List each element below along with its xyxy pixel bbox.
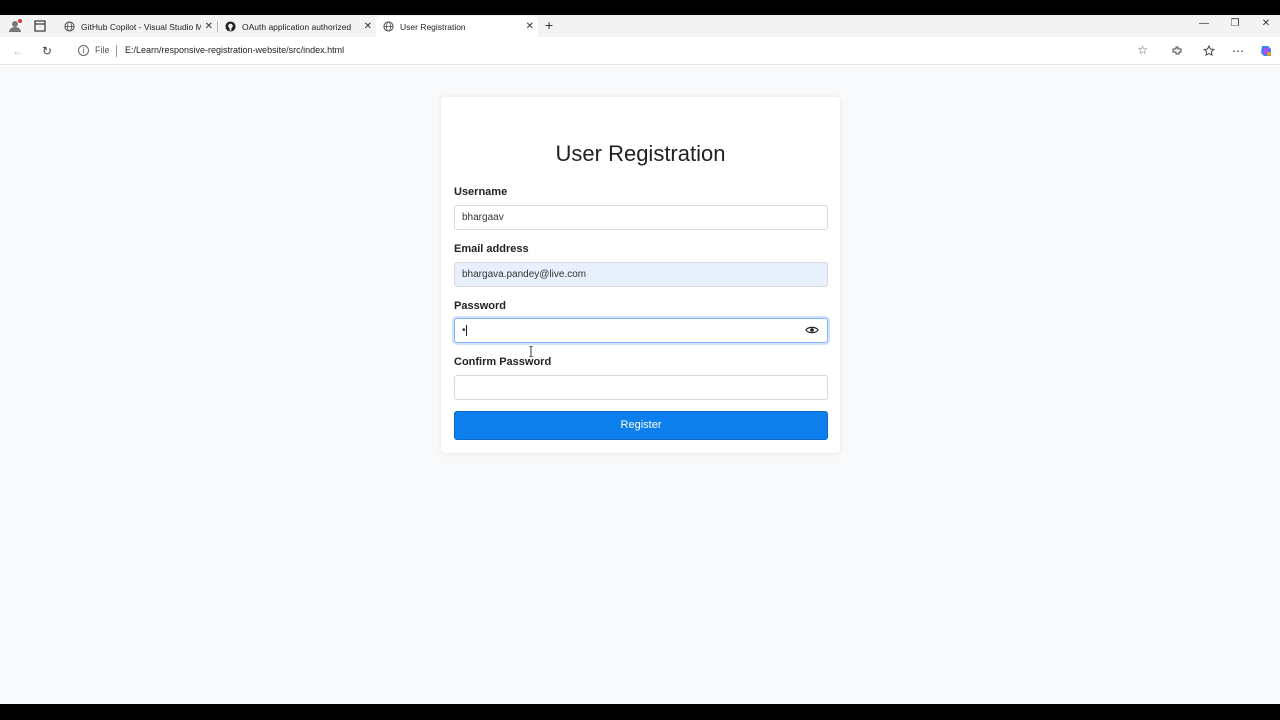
email-input[interactable]: bhargava.pandey@live.com	[454, 262, 828, 287]
close-window-icon[interactable]: ✕	[1259, 18, 1273, 29]
tab-oauth[interactable]: OAuth application authorized ✕	[218, 16, 376, 37]
text-caret	[465, 324, 467, 336]
email-label: Email address	[454, 243, 529, 255]
page-content: User Registration Username bhargaav Emai…	[0, 66, 1280, 704]
minimize-icon[interactable]: —	[1197, 18, 1211, 29]
globe-icon	[63, 21, 75, 33]
profile-icon[interactable]	[7, 18, 23, 34]
back-icon[interactable]: ←	[10, 43, 26, 59]
close-icon[interactable]: ✕	[364, 21, 372, 32]
scheme-label: File	[95, 45, 110, 55]
github-icon	[224, 21, 236, 33]
ibeam-cursor-icon	[529, 346, 533, 357]
tab-title: GitHub Copilot - Visual Studio Mar	[81, 21, 201, 32]
address-toolbar: ← ↻ i File E:/Learn/responsive-registrat…	[0, 37, 1280, 65]
more-options-icon[interactable]: ⋯	[1230, 43, 1246, 59]
close-icon[interactable]: ✕	[205, 21, 213, 32]
restore-icon[interactable]: ❐	[1228, 18, 1242, 29]
page-title: User Registration	[555, 141, 726, 166]
tab-actions-icon[interactable]	[32, 18, 48, 34]
divider	[116, 45, 117, 57]
globe-icon	[382, 21, 394, 33]
tab-strip: GitHub Copilot - Visual Studio Mar ✕ OAu…	[0, 15, 1280, 37]
reload-icon[interactable]: ↻	[39, 43, 55, 59]
register-button[interactable]: Register	[454, 411, 828, 440]
eye-icon[interactable]	[805, 325, 819, 335]
address-bar[interactable]: i File E:/Learn/responsive-registration-…	[70, 40, 1158, 62]
url-text[interactable]: E:/Learn/responsive-registration-website…	[125, 45, 344, 55]
confirm-password-label: Confirm Password	[454, 356, 552, 368]
browser-window: GitHub Copilot - Visual Studio Mar ✕ OAu…	[0, 15, 1280, 704]
favorites-icon[interactable]	[1201, 43, 1217, 59]
password-input[interactable]: •	[454, 318, 828, 343]
close-icon[interactable]: ✕	[526, 21, 534, 32]
tab-user-registration[interactable]: User Registration ✕	[376, 16, 538, 37]
username-label: Username	[454, 186, 508, 198]
favorite-star-icon[interactable]: ☆	[1137, 43, 1148, 57]
info-icon[interactable]: i	[78, 45, 89, 56]
extensions-icon[interactable]	[1169, 43, 1185, 59]
copilot-icon[interactable]	[1258, 43, 1274, 59]
username-input[interactable]: bhargaav	[454, 205, 828, 230]
registration-card: User Registration Username bhargaav Emai…	[441, 97, 840, 453]
confirm-password-input[interactable]	[454, 375, 828, 400]
tab-github-copilot[interactable]: GitHub Copilot - Visual Studio Mar ✕	[57, 16, 217, 37]
tab-title: User Registration	[400, 21, 466, 32]
tab-title: OAuth application authorized	[242, 21, 352, 32]
new-tab-icon[interactable]: +	[545, 18, 553, 32]
password-label: Password	[454, 300, 506, 312]
